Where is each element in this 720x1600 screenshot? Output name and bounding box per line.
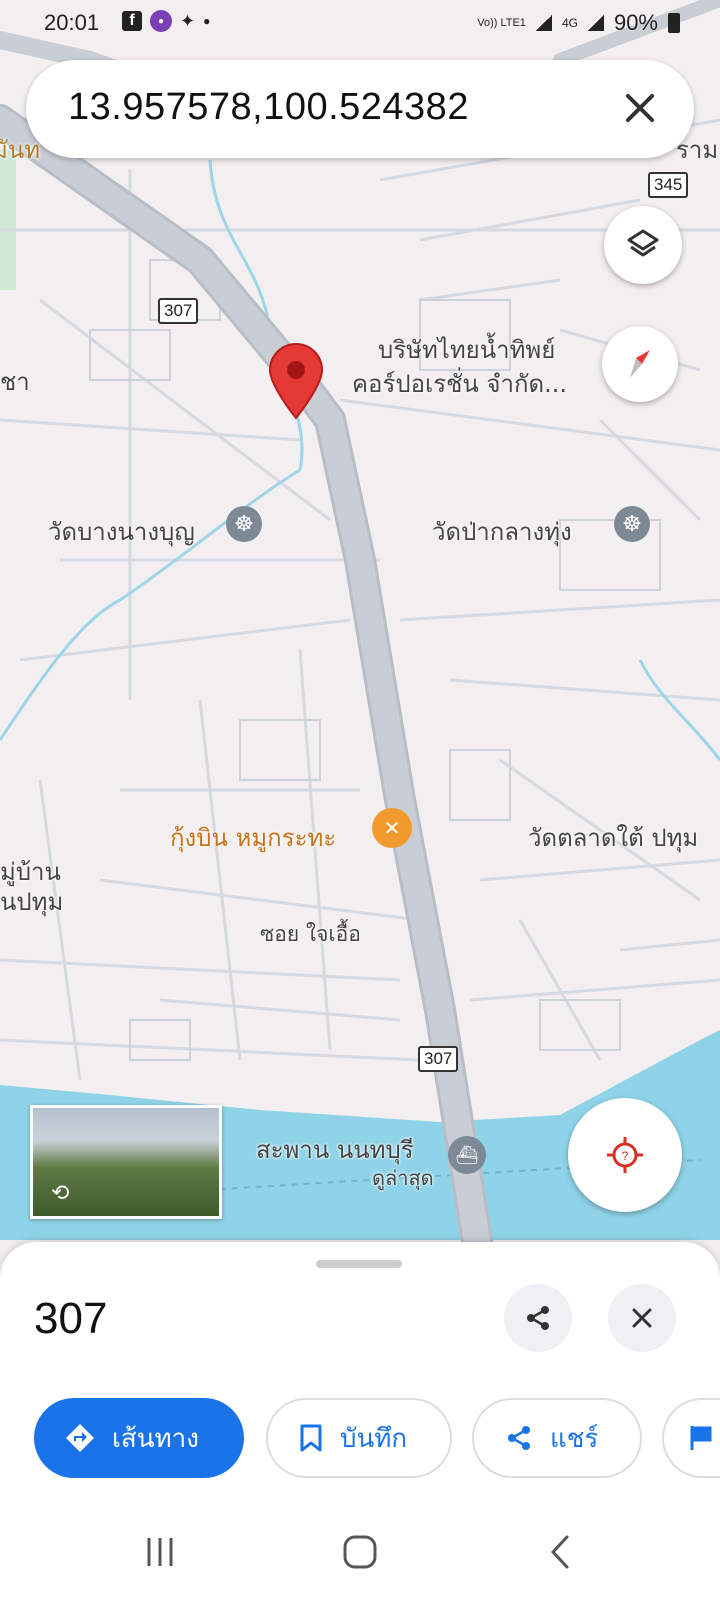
route-shield: 307	[418, 1046, 459, 1072]
flag-icon	[690, 1426, 712, 1450]
recent-apps-button[interactable]	[130, 1530, 190, 1574]
search-query[interactable]: 13.957578,100.524382	[68, 86, 469, 129]
home-icon	[343, 1535, 377, 1569]
route-shield: 345	[648, 172, 689, 198]
save-button[interactable]: บันทึก	[266, 1398, 452, 1478]
svg-text:?: ?	[622, 1149, 629, 1163]
restaurant-icon[interactable]: ✕	[372, 808, 412, 848]
park-area	[0, 150, 16, 290]
directions-icon	[66, 1424, 94, 1452]
close-icon	[632, 1308, 652, 1328]
battery-icon	[668, 13, 680, 33]
temple-icon[interactable]: ☸	[614, 506, 650, 542]
layers-icon	[627, 229, 659, 257]
volte-label: Vo)) LTE1	[477, 17, 526, 29]
place-sheet[interactable]: 307 เส้นทาง บันทึก แชร์	[0, 1242, 720, 1502]
directions-button[interactable]: เส้นทาง	[34, 1398, 244, 1478]
search-bar[interactable]: 13.957578,100.524382	[26, 60, 694, 158]
map-canvas[interactable]	[0, 0, 720, 1290]
my-location-button[interactable]: ?	[568, 1098, 682, 1212]
pier-icon[interactable]: ⛴	[448, 1136, 486, 1174]
save-label: บันทึก	[340, 1423, 408, 1454]
temple-icon[interactable]: ☸	[226, 506, 262, 542]
share-button[interactable]	[504, 1284, 572, 1352]
share-label: แชร์	[550, 1423, 599, 1454]
share-icon	[527, 1306, 549, 1330]
compass-icon	[630, 350, 650, 378]
close-sheet-button[interactable]	[608, 1284, 676, 1352]
recent-apps-icon	[147, 1538, 173, 1566]
notification-icons: f ● ✦ ●	[122, 10, 210, 32]
street-label-soi: ซอย ใจเอื้อ	[260, 922, 361, 946]
directions-label: เส้นทาง	[112, 1423, 199, 1454]
status-time: 20:01	[44, 10, 100, 35]
poi-temple-bangnangbun[interactable]: วัดบางนางบุญ	[48, 512, 195, 551]
signal-icon	[535, 15, 552, 31]
poi-temple-pakklangthung[interactable]: วัดป่ากลางทุ่ง	[432, 512, 572, 551]
rotate-360-icon: ⟲	[51, 1181, 70, 1206]
street-view-thumbnail[interactable]: ⟲	[30, 1105, 222, 1219]
bookmark-icon	[300, 1424, 322, 1452]
facebook-icon: f	[122, 11, 142, 31]
location-pin-icon[interactable]	[268, 342, 324, 420]
more-action-button[interactable]	[662, 1398, 720, 1478]
system-nav-bar	[0, 1502, 720, 1600]
map-label-partial: ชา	[0, 368, 30, 396]
network-type: 4G	[561, 16, 578, 30]
route-shield: 307	[158, 298, 199, 324]
poi-company-line2[interactable]: คอร์ปอเรชั่น จำกัด...	[352, 364, 567, 403]
layers-button[interactable]	[604, 206, 682, 284]
sheet-drag-handle[interactable]	[316, 1260, 402, 1268]
magic-wand-icon: ✦	[180, 10, 196, 31]
line-app-icon: ●	[150, 10, 172, 32]
system-icons: Vo)) LTE1 4G 90%	[477, 10, 680, 36]
back-icon	[550, 1535, 569, 1569]
share-action-button[interactable]: แชร์	[472, 1398, 642, 1478]
poi-temple-taladtai[interactable]: วัดตลาดใต้ ปทุม	[528, 818, 698, 857]
map-label-partial: นปทุม	[0, 888, 64, 916]
signal-icon-2	[587, 15, 604, 31]
dot-icon: ●	[203, 14, 211, 28]
compass-button[interactable]	[602, 326, 678, 402]
my-location-icon: ?	[607, 1137, 643, 1173]
back-button[interactable]	[530, 1530, 590, 1574]
poi-restaurant[interactable]: กุ้งบิน หมูกระทะ	[170, 818, 336, 857]
close-icon[interactable]	[616, 84, 664, 132]
status-bar: 20:01 f ● ✦ ● Vo)) LTE1 4G 90%	[0, 0, 720, 48]
battery-percent: 90%	[613, 10, 658, 35]
poi-pier-sub: ดูล่าสุด	[372, 1166, 434, 1190]
place-title: 307	[34, 1294, 108, 1343]
share-icon	[508, 1426, 530, 1450]
home-button[interactable]	[330, 1530, 390, 1574]
